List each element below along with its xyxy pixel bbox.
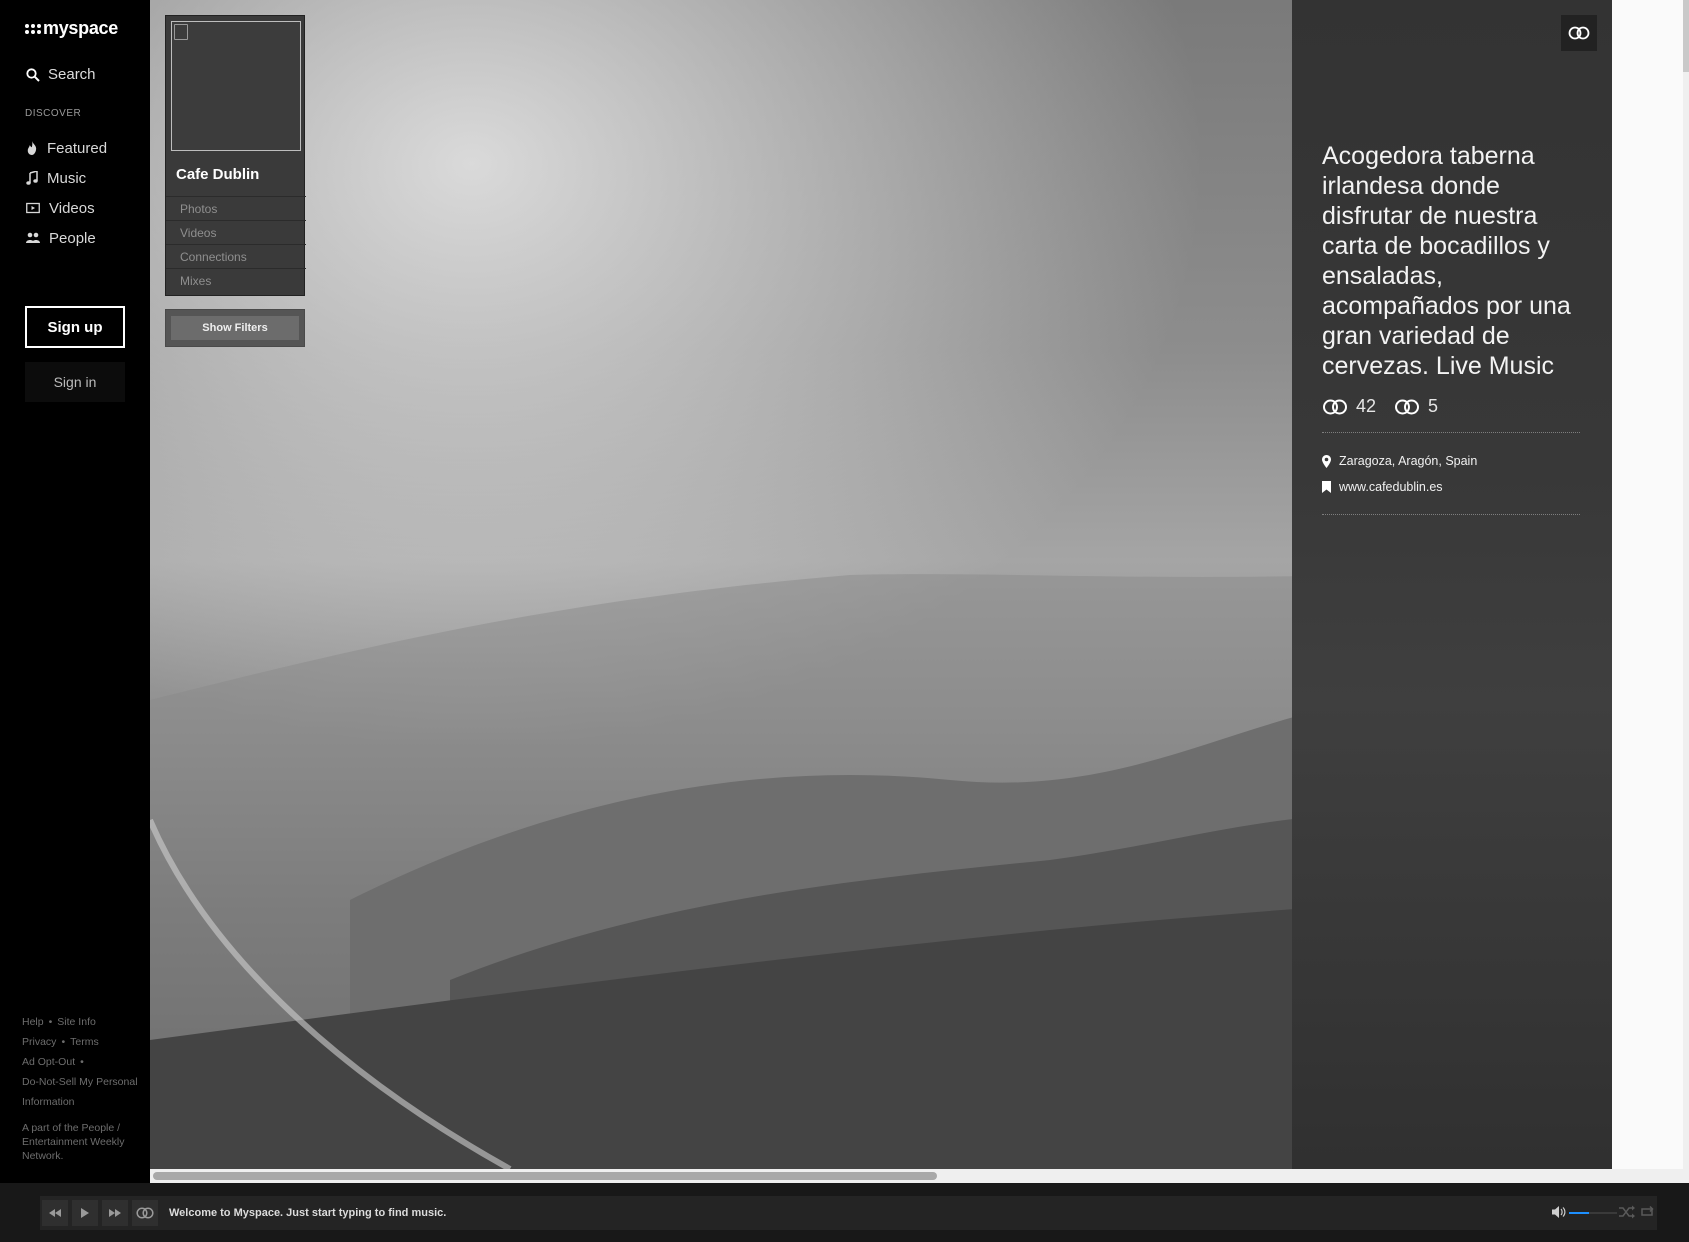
music-player: Welcome to Myspace. Just start typing to… [0, 1183, 1689, 1242]
discover-heading: DISCOVER [25, 108, 82, 119]
next-button[interactable] [102, 1200, 128, 1226]
broken-image-icon [174, 24, 188, 40]
profile-name[interactable]: Cafe Dublin [176, 166, 259, 183]
website-row: www.cafedublin.es [1322, 474, 1477, 500]
location-row: Zaragoza, Aragón, Spain [1322, 448, 1477, 474]
profile-stats: 42 5 [1322, 396, 1456, 417]
profile-tab-photos[interactable]: Photos [166, 196, 306, 220]
signup-button[interactable]: Sign up [25, 306, 125, 348]
profile-website-link[interactable]: www.cafedublin.es [1339, 480, 1443, 494]
profile-tab-videos[interactable]: Videos [166, 220, 306, 244]
nav-item-people[interactable]: People [26, 223, 107, 253]
location-pin-icon [1322, 454, 1331, 468]
player-message: Welcome to Myspace. Just start typing to… [169, 1207, 447, 1219]
profile-tab-mixes[interactable]: Mixes [166, 268, 306, 292]
flame-icon [27, 141, 37, 155]
search-icon [26, 67, 40, 82]
footer-link-privacy[interactable]: Privacy [22, 1036, 56, 1048]
footer-link-site-info[interactable]: Site Info [57, 1016, 96, 1028]
shuffle-icon[interactable] [1619, 1205, 1635, 1219]
connect-icon [136, 1207, 154, 1219]
music-note-icon [26, 171, 38, 185]
profile-meta: Zaragoza, Aragón, Spain www.cafedublin.e… [1322, 448, 1477, 500]
nav-item-music[interactable]: Music [26, 163, 107, 193]
connect-icon [1323, 399, 1347, 414]
profile-info-panel: Acogedora taberna irlandesa donde disfru… [1292, 0, 1612, 1169]
play-icon [81, 1208, 89, 1218]
logo-text: myspace [43, 18, 118, 38]
myspace-logo[interactable]: myspace [25, 18, 118, 39]
volume-slider[interactable] [1569, 1212, 1617, 1214]
vertical-scrollbar-thumb[interactable] [1683, 0, 1689, 72]
footer-link-help[interactable]: Help [22, 1016, 44, 1028]
show-filters-button[interactable]: Show Filters [165, 309, 305, 347]
fast-forward-icon [109, 1209, 121, 1217]
nav-item-label: Featured [47, 139, 108, 157]
repeat-icon[interactable] [1639, 1205, 1655, 1219]
footer-link-ad-opt-out[interactable]: Ad Opt-Out [22, 1056, 75, 1068]
vertical-scrollbar[interactable] [1683, 0, 1689, 1183]
connected-to-count[interactable]: 5 [1394, 396, 1438, 417]
nav-search-label: Search [48, 66, 96, 83]
player-bar: Welcome to Myspace. Just start typing to… [40, 1196, 1657, 1230]
discover-nav: Featured Music Videos People [26, 133, 107, 253]
nav-item-label: People [49, 229, 96, 247]
logo-dots-icon [25, 23, 41, 34]
nav-search[interactable]: Search [26, 66, 96, 83]
profile-tab-connections[interactable]: Connections [166, 244, 306, 268]
footer-links: Help • Site Info Privacy • Terms Ad Opt-Out •… [22, 1012, 144, 1112]
profile-avatar[interactable] [171, 21, 301, 151]
connect-icon [1395, 399, 1420, 414]
profile-hero: Cafe Dublin Photos Videos Connections Mi… [150, 0, 1612, 1169]
nav-item-featured[interactable]: Featured [26, 133, 107, 163]
horizontal-scrollbar-thumb[interactable] [153, 1172, 937, 1180]
nav-item-label: Videos [49, 199, 95, 217]
nav-item-videos[interactable]: Videos [26, 193, 107, 223]
player-connect-button[interactable] [132, 1200, 158, 1226]
profile-tabs: Photos Videos Connections Mixes [166, 196, 306, 292]
play-button[interactable] [72, 1200, 98, 1226]
signin-button[interactable]: Sign in [25, 362, 125, 402]
people-icon [26, 232, 40, 243]
network-note: A part of the People / Entertainment Wee… [22, 1122, 125, 1162]
profile-location: Zaragoza, Aragón, Spain [1339, 454, 1478, 468]
info-divider-bottom [1322, 514, 1580, 515]
right-gutter [1612, 0, 1689, 1183]
nav-item-label: Music [47, 169, 87, 187]
volume-slider-fill [1569, 1212, 1590, 1214]
bookmark-icon [1322, 481, 1331, 493]
footer-link-terms[interactable]: Terms [70, 1036, 99, 1048]
rewind-icon [49, 1209, 61, 1217]
info-divider-top [1322, 432, 1580, 433]
profile-description: Acogedora taberna irlandesa donde disfru… [1322, 142, 1571, 380]
previous-button[interactable] [42, 1200, 68, 1226]
volume-icon[interactable] [1552, 1205, 1566, 1219]
connected-to-value: 5 [1428, 396, 1439, 416]
connect-button[interactable] [1561, 15, 1597, 51]
show-filters-label: Show Filters [171, 316, 299, 340]
connections-value: 42 [1356, 396, 1377, 416]
horizontal-scrollbar[interactable] [150, 1169, 1689, 1183]
connections-count[interactable]: 42 [1322, 396, 1376, 417]
footer-link-do-not-sell[interactable]: Do-Not-Sell My Personal Information [22, 1072, 144, 1112]
video-icon [26, 202, 40, 214]
connect-icon [1568, 26, 1590, 40]
sidebar: myspace Search DISCOVER Featured Music V… [0, 0, 150, 1183]
profile-card: Cafe Dublin Photos Videos Connections Mi… [165, 15, 306, 296]
